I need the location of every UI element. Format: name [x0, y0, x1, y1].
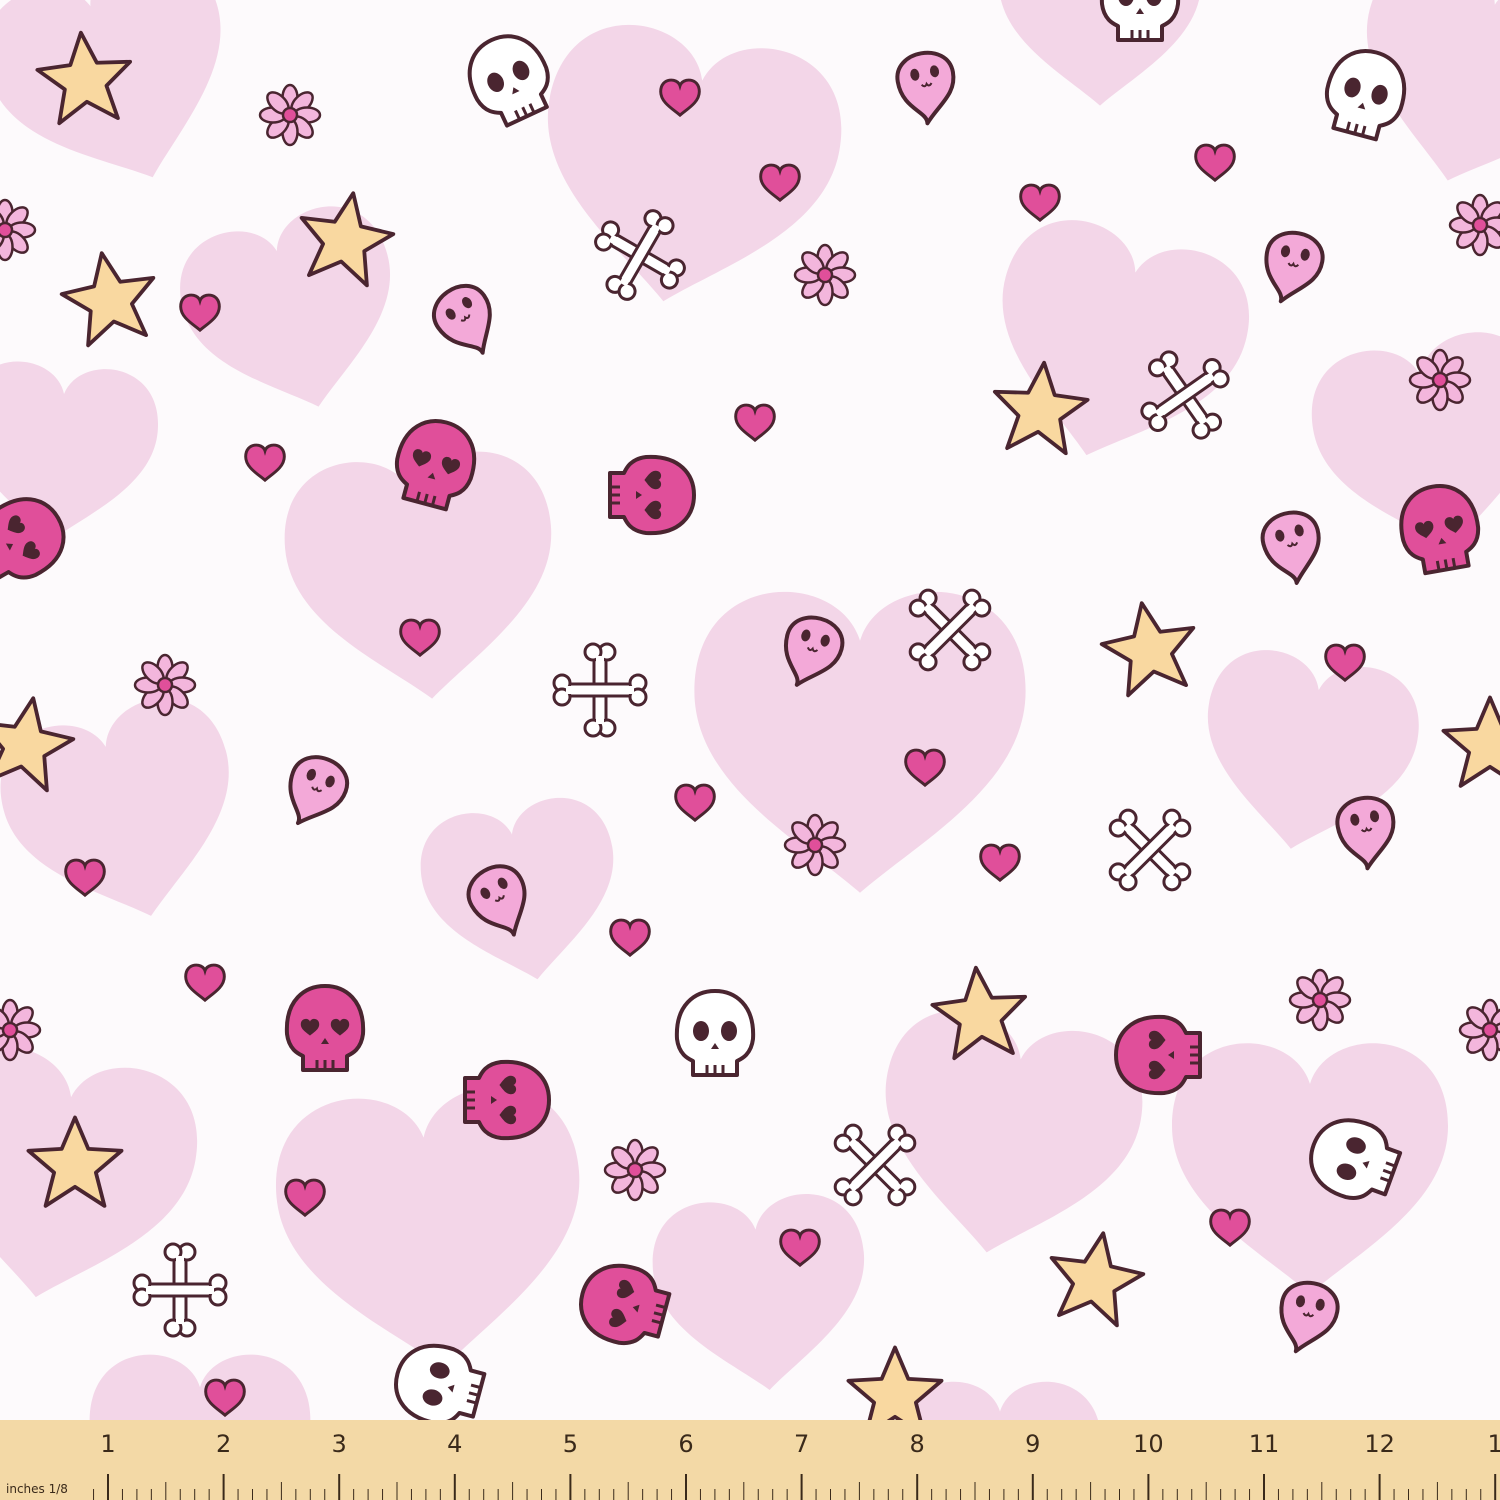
ruler-number: 2 — [216, 1430, 231, 1458]
flower-icon — [1408, 348, 1472, 412]
ruler-number: 5 — [563, 1430, 578, 1458]
ruler-number: 7 — [794, 1430, 809, 1458]
measuring-ruler: inches 1/8 1 2 3 4 5 6 7 8 9 10 11 12 1 — [0, 1420, 1500, 1500]
flower-icon — [793, 243, 857, 307]
flower-icon — [258, 83, 322, 147]
fabric-pattern: inches 1/8 1 2 3 4 5 6 7 8 9 10 11 12 1 — [0, 0, 1500, 1500]
ruler-number: 3 — [332, 1430, 347, 1458]
ruler-number: 6 — [678, 1430, 693, 1458]
ruler-number: 10 — [1133, 1430, 1164, 1458]
ruler-number: 1 — [100, 1430, 115, 1458]
flower-icon — [1448, 193, 1500, 257]
ruler-number: 8 — [910, 1430, 925, 1458]
flower-icon — [1288, 968, 1352, 1032]
fabric-swatch: inches 1/8 1 2 3 4 5 6 7 8 9 10 11 12 1 — [0, 0, 1500, 1500]
ruler-number: 11 — [1249, 1430, 1280, 1458]
ruler-number: 1 — [1488, 1430, 1500, 1458]
flower-icon — [603, 1138, 667, 1202]
ruler-number: 9 — [1025, 1430, 1040, 1458]
flower-icon — [783, 813, 847, 877]
ruler-unit-label: inches 1/8 — [6, 1482, 68, 1496]
flower-icon — [133, 653, 197, 717]
ruler-number: 4 — [447, 1430, 462, 1458]
ruler-number: 12 — [1364, 1430, 1395, 1458]
